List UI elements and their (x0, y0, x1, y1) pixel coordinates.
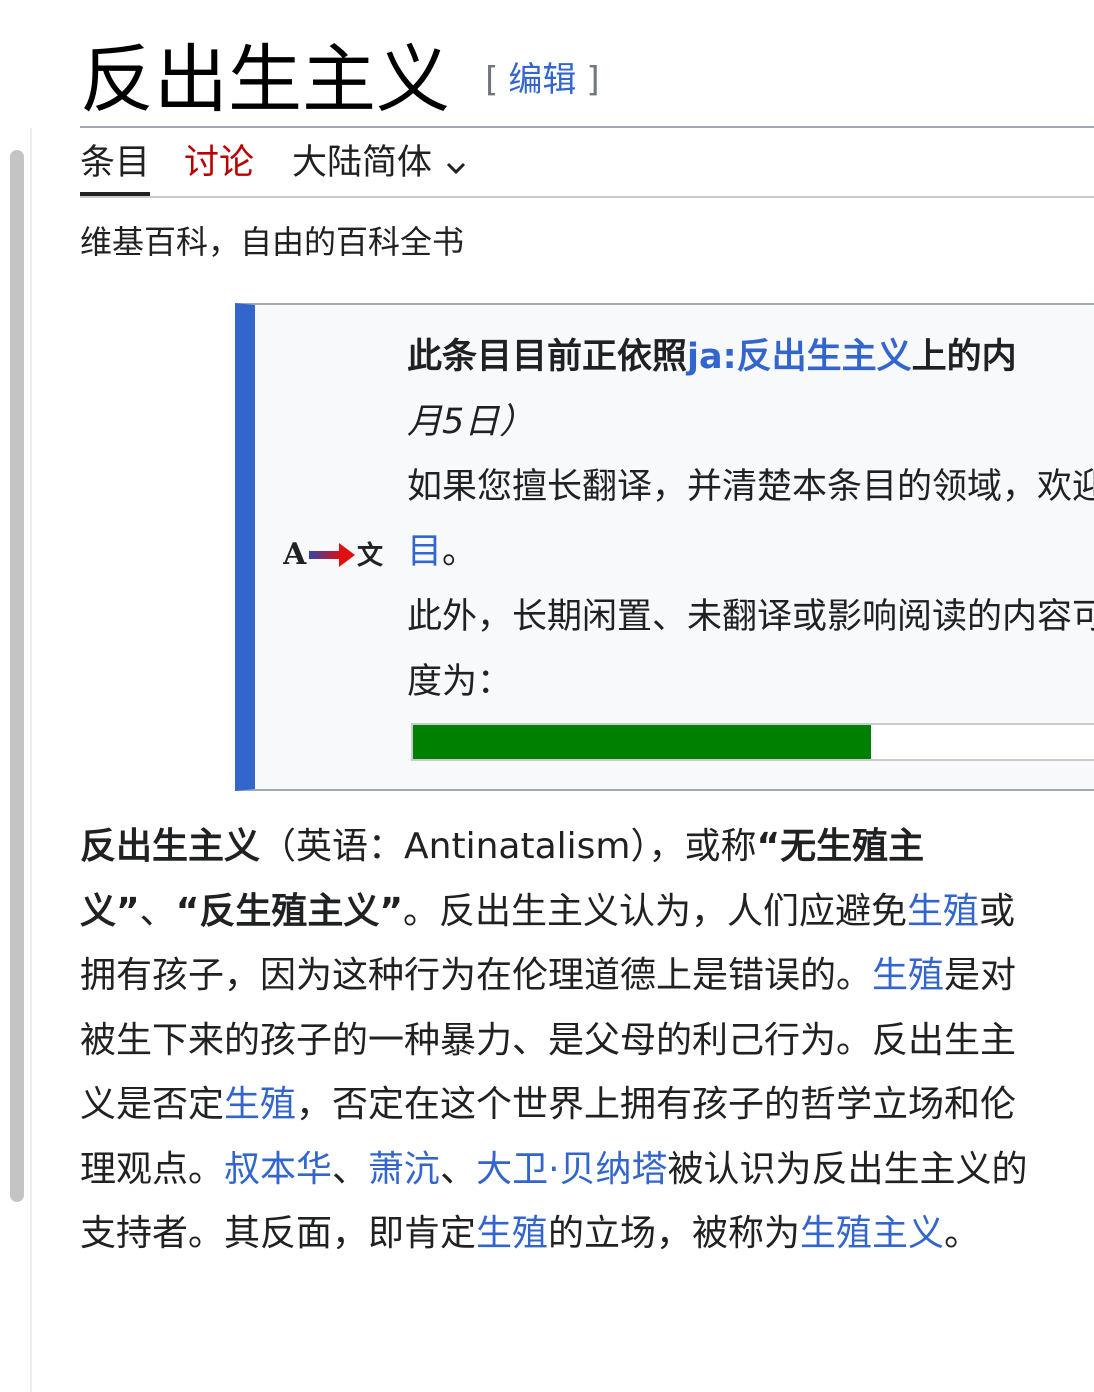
link-cioran[interactable]: 萧沆 (368, 1149, 440, 1190)
link-reproduction[interactable]: 生殖 (224, 1084, 296, 1125)
language-variant-dropdown[interactable]: 大陆简体 (292, 138, 466, 192)
notice-translate-link[interactable]: 目 (407, 532, 442, 572)
title-divider (80, 126, 1094, 128)
link-reproduction[interactable]: 生殖 (872, 955, 944, 996)
article-lead-paragraph: 反出生主义（英语：Antinatalism），或称“无生殖主义”、“反生殖主义”… (80, 826, 1028, 1254)
edit-bracket-open: [ (485, 60, 499, 100)
variant-label: 大陆简体 (292, 143, 433, 183)
chevron-down-icon (446, 139, 466, 189)
tab-talk[interactable]: 讨论 (184, 138, 254, 192)
link-schopenhauer[interactable]: 叔本华 (224, 1149, 332, 1190)
link-reproduction[interactable]: 生殖 (476, 1213, 548, 1254)
translate-icon: A 文 (282, 535, 395, 572)
edit-bracket-close: ] (586, 60, 600, 100)
scrollbar-thumb[interactable] (10, 150, 24, 1202)
page-title: 反出生主义 (80, 37, 450, 123)
notice-line-5: 此外，长期闲置、未翻译或影响阅读的内容可 (407, 597, 1094, 637)
translation-progress-fill (413, 725, 872, 759)
site-subtitle: 维基百科，自由的百科全书 (80, 223, 465, 261)
tab-article[interactable]: 条目 (80, 138, 151, 196)
link-pronatalism[interactable]: 生殖主义 (800, 1213, 944, 1254)
edit-link[interactable]: 编辑 (508, 60, 576, 100)
notice-line-6: 度为： (407, 662, 513, 702)
notice-line-3: 如果您擅长翻译，并清楚本条目的领域，欢迎 (407, 467, 1094, 507)
notice-text: 此条目目前正依照ja:反出生主义上的内 月5日） 如果您擅长翻译，并清楚本条目的… (407, 325, 1094, 715)
link-benatar[interactable]: 大卫·贝纳塔 (476, 1149, 667, 1190)
translation-progress-bar (411, 723, 1094, 761)
tabs-divider (80, 196, 1094, 198)
page-tabs: 条目 讨论 大陆简体 (80, 138, 1094, 196)
edit-section: [编辑] (485, 34, 600, 126)
title-row: 反出生主义 [编辑] (80, 34, 600, 126)
notice-line-2: 月5日） (407, 402, 535, 442)
term-antinatalism: 反出生主义 (80, 826, 261, 867)
link-reproduction[interactable]: 生殖 (907, 891, 979, 932)
notice-line-1: 此条目目前正依照ja:反出生主义上的内 (407, 337, 1017, 377)
notice-source-link[interactable]: ja:反出生主义 (687, 337, 912, 377)
icon-letter-a: A (283, 537, 307, 571)
translation-notice-box: A 文 此条目目前正依照ja:反出生主义上的内 月5日） 如果您擅长翻译，并清楚… (235, 303, 1094, 791)
term-alias-2: “反生殖主义” (175, 890, 404, 932)
page: 反出生主义 [编辑] 条目 讨论 大陆简体 维基百科，自由的百科全书 A 文 此… (0, 0, 1094, 1392)
icon-letter-wen: 文 (357, 540, 384, 571)
notice-line-4: 目。 (407, 532, 478, 572)
